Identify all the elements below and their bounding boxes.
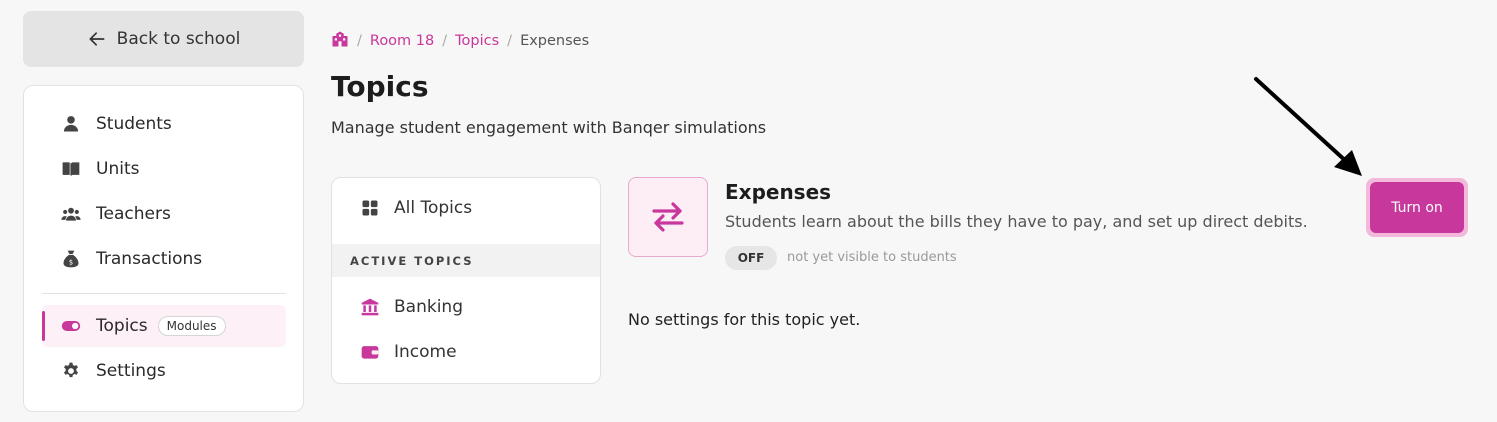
turn-on-button[interactable]: Turn on [1370, 182, 1464, 233]
money-bag-icon: $ [60, 248, 82, 270]
book-icon [60, 158, 82, 180]
topic-description: Students learn about the bills they have… [725, 212, 1308, 231]
breadcrumb-separator: / [507, 33, 513, 49]
sidebar-item-students[interactable]: Students [42, 103, 286, 145]
active-topics-heading: ACTIVE TOPICS [332, 244, 600, 277]
breadcrumb: / Room 18 / Topics / Expenses [331, 31, 589, 51]
gear-icon [60, 360, 82, 382]
users-icon [60, 203, 82, 225]
topic-item-banking[interactable]: Banking [332, 287, 600, 327]
annotation-arrow-icon [1254, 77, 1362, 176]
toggle-icon [60, 315, 82, 337]
breadcrumb-separator: / [357, 33, 362, 49]
breadcrumb-room[interactable]: Room 18 [370, 33, 434, 49]
page-subtitle: Manage student engagement with Banqer si… [331, 118, 767, 137]
modules-badge: Modules [157, 316, 226, 336]
sidebar-item-teachers[interactable]: Teachers [42, 193, 286, 235]
sidebar-divider [42, 293, 286, 294]
grid-icon [362, 200, 378, 216]
topic-item-income[interactable]: Income [332, 332, 600, 372]
all-topics-label: All Topics [394, 198, 473, 218]
breadcrumb-separator: / [442, 33, 448, 49]
breadcrumb-current: Expenses [520, 33, 590, 49]
no-settings-message: No settings for this topic yet. [628, 310, 861, 329]
user-icon [60, 113, 82, 135]
back-to-school-label: Back to school [116, 29, 241, 49]
page-title: Topics [331, 70, 429, 103]
breadcrumb-topics[interactable]: Topics [455, 33, 499, 49]
bank-icon [361, 298, 379, 316]
swap-arrows-icon [652, 202, 684, 232]
sidebar-item-transactions[interactable]: $ Transactions [42, 238, 286, 280]
sidebar-item-label: Students [96, 114, 172, 134]
arrow-left-icon [89, 32, 105, 46]
sidebar-item-units[interactable]: Units [42, 148, 286, 190]
sidebar-item-label: Units [96, 159, 140, 179]
sidebar-item-topics[interactable]: Topics Modules [42, 305, 286, 347]
school-icon[interactable] [331, 30, 349, 52]
sidebar-item-label: Topics [96, 316, 148, 336]
topic-item-label: Banking [394, 297, 463, 317]
back-to-school-button[interactable]: Back to school [23, 11, 304, 67]
sidebar-item-label: Transactions [96, 249, 203, 269]
svg-text:$: $ [69, 258, 73, 266]
topic-item-label: Income [394, 342, 457, 362]
status-badge: OFF [725, 246, 777, 270]
sidebar-nav: Students Units Teachers $ Transactions T… [23, 85, 304, 412]
turn-on-focus-ring: Turn on [1366, 178, 1468, 237]
topic-name: Expenses [725, 180, 832, 204]
topic-tile [628, 177, 708, 257]
all-topics-item[interactable]: All Topics [332, 188, 600, 228]
sidebar-item-settings[interactable]: Settings [42, 350, 286, 392]
status-note: not yet visible to students [787, 250, 957, 265]
page: Back to school Students Units Teachers $… [0, 0, 1497, 422]
topics-nav-card: All Topics ACTIVE TOPICS Banking Income [331, 177, 601, 384]
sidebar-item-label: Settings [96, 361, 166, 381]
sidebar-item-label: Teachers [96, 204, 171, 224]
wallet-icon [361, 346, 379, 359]
